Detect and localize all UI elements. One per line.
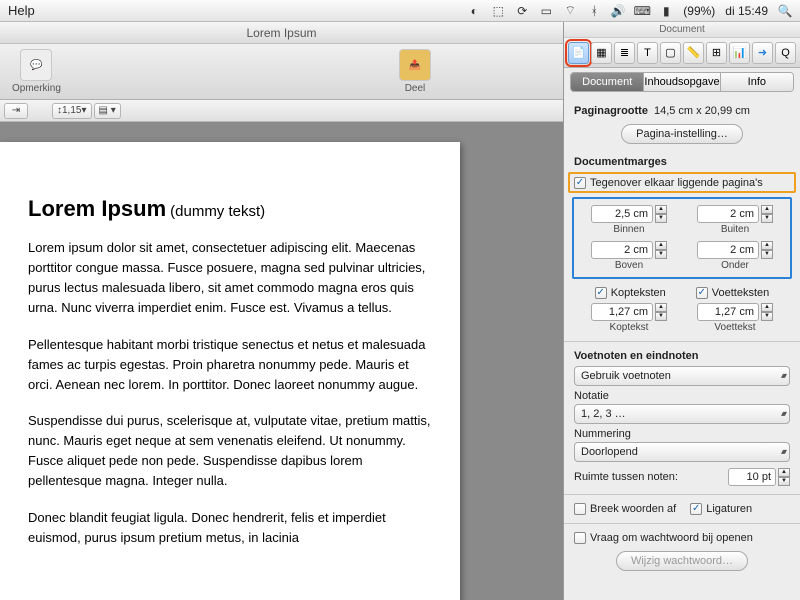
inspector-tab-layout-icon[interactable]: ▦: [591, 42, 612, 64]
margins-header: Documentmarges: [574, 156, 790, 168]
numbering-label: Nummering: [574, 428, 790, 440]
menubar: Help ◐ ⬚ ⟳ ▭ ⌔ ᚼ 🔊 ⌨ ▮ (99%) di 15:49 🔍: [0, 0, 800, 22]
footers-checkbox[interactable]: ✓Voetteksten: [696, 287, 770, 299]
bluetooth-icon[interactable]: ᚼ: [587, 4, 601, 18]
comment-icon: 💬: [20, 49, 52, 81]
facing-pages-label: Tegenover elkaar liggende pagina's: [590, 177, 763, 189]
stepper[interactable]: ▲▼: [761, 303, 773, 321]
seg-document[interactable]: Document: [571, 73, 644, 91]
menu-help[interactable]: Help: [0, 3, 35, 18]
numbering-select[interactable]: Doorlopend: [574, 442, 790, 462]
header-label: Koptekst: [610, 322, 649, 333]
margin-binnen-label: Binnen: [613, 224, 644, 235]
facing-pages-checkbox[interactable]: ✓ Tegenover elkaar liggende pagina's: [574, 177, 763, 189]
inspector-tab-link-icon[interactable]: ➜: [752, 42, 773, 64]
inspector-tab-text-icon[interactable]: T: [637, 42, 658, 64]
margins-box: 2,5 cm▲▼ Binnen 2 cm▲▼ Buiten 2 cm▲▼ Bov…: [572, 197, 792, 279]
notation-select[interactable]: 1, 2, 3 …: [574, 404, 790, 424]
stepper[interactable]: ▲▼: [778, 468, 790, 486]
paragraph: Suspendisse dui purus, scelerisque at, v…: [28, 411, 432, 492]
status-icon[interactable]: ◐: [467, 4, 481, 18]
facing-pages-row: ✓ Tegenover elkaar liggende pagina's: [568, 172, 796, 193]
columns-button[interactable]: ▤ ▾: [94, 103, 121, 119]
tb-label: Opmerking: [12, 83, 61, 94]
stepper[interactable]: ▲▼: [761, 205, 773, 223]
toolbar: 💬 Opmerking 📤 Deel: [0, 44, 563, 100]
password-checkbox[interactable]: Vraag om wachtwoord bij openen: [574, 532, 753, 544]
inspector-tab-wrap-icon[interactable]: ≣: [614, 42, 635, 64]
footnotes-select[interactable]: Gebruik voetnoten: [574, 366, 790, 386]
document-page: Lorem Ipsum (dummy tekst) Lorem ipsum do…: [0, 142, 460, 600]
footer-label: Voettekst: [714, 322, 755, 333]
margin-onder-field[interactable]: 2 cm: [697, 241, 759, 259]
document-canvas[interactable]: Lorem Ipsum (dummy tekst) Lorem ipsum do…: [0, 122, 563, 600]
headers-checkbox[interactable]: ✓Kopteksten: [595, 287, 666, 299]
margin-boven-field[interactable]: 2 cm: [591, 241, 653, 259]
battery-icon[interactable]: ▮: [659, 4, 673, 18]
margin-buiten-field[interactable]: 2 cm: [697, 205, 759, 223]
page-heading: Lorem Ipsum: [28, 196, 166, 221]
inspector-tab-graphic-icon[interactable]: ▢: [660, 42, 681, 64]
space-field[interactable]: 10 pt: [728, 468, 776, 486]
page-size-value: 14,5 cm x 20,99 cm: [654, 105, 750, 117]
timemachine-icon[interactable]: ⟳: [515, 4, 529, 18]
toolbar-item-opmerking[interactable]: 💬 Opmerking: [12, 49, 61, 94]
share-icon: 📤: [399, 49, 431, 81]
paragraph: Pellentesque habitant morbi tristique se…: [28, 335, 432, 395]
inspector-segment: Document Inhoudsopgave Info: [570, 72, 794, 92]
document-window: Lorem Ipsum 💬 Opmerking 📤 Deel ⇥ ↕ 1,15 …: [0, 22, 563, 122]
wifi-icon[interactable]: ⌔: [563, 4, 577, 18]
margin-boven-label: Boven: [615, 260, 643, 271]
dropbox-icon[interactable]: ⬚: [491, 4, 505, 18]
footnotes-header: Voetnoten en eindnoten: [574, 350, 790, 362]
ligatures-checkbox[interactable]: ✓Ligaturen: [690, 503, 752, 515]
margin-buiten-label: Buiten: [721, 224, 749, 235]
format-bar: ⇥ ↕ 1,15 ▾ ▤ ▾: [0, 100, 563, 122]
seg-toc[interactable]: Inhoudsopgave: [644, 73, 720, 91]
inspector-title: Document: [564, 22, 800, 38]
inspector-tab-document-icon[interactable]: 📄: [568, 42, 589, 64]
battery-pct: (99%): [683, 4, 715, 18]
keyboard-icon[interactable]: ⌨: [635, 4, 649, 18]
change-password-button[interactable]: Wijzig wachtwoord…: [616, 551, 748, 571]
inspector-body: Paginagrootte 14,5 cm x 20,99 cm Pagina-…: [564, 96, 800, 585]
stepper[interactable]: ▲▼: [655, 205, 667, 223]
window-title: Lorem Ipsum: [0, 22, 563, 44]
paragraph: Lorem ipsum dolor sit amet, consectetuer…: [28, 238, 432, 319]
inspector-tab-metrics-icon[interactable]: 📏: [683, 42, 704, 64]
space-label: Ruimte tussen noten:: [574, 471, 678, 483]
volume-icon[interactable]: 🔊: [611, 4, 625, 18]
stepper[interactable]: ▲▼: [655, 303, 667, 321]
inspector-panel: Document 📄 ▦ ≣ T ▢ 📏 ⊞ 📊 ➜ Q Document In…: [563, 22, 800, 600]
page-setup-button[interactable]: Pagina-instelling…: [621, 124, 743, 144]
inspector-tab-chart-icon[interactable]: 📊: [729, 42, 750, 64]
page-subtitle: (dummy tekst): [170, 203, 265, 220]
spotlight-icon[interactable]: 🔍: [778, 4, 792, 18]
header-field[interactable]: 1,27 cm: [591, 303, 653, 321]
clock[interactable]: di 15:49: [725, 4, 768, 18]
toolbar-item-deel[interactable]: 📤 Deel: [399, 49, 431, 94]
line-spacing-button[interactable]: ↕ 1,15 ▾: [52, 103, 92, 119]
margin-binnen-field[interactable]: 2,5 cm: [591, 205, 653, 223]
checkbox-checked-icon: ✓: [574, 177, 586, 189]
seg-info[interactable]: Info: [721, 73, 793, 91]
paragraph: Donec blandit feugiat ligula. Donec hend…: [28, 508, 432, 548]
display-icon[interactable]: ▭: [539, 4, 553, 18]
hyphenate-checkbox[interactable]: Breek woorden af: [574, 503, 676, 515]
line-spacing-value: 1,15: [62, 105, 81, 116]
inspector-tab-row: 📄 ▦ ≣ T ▢ 📏 ⊞ 📊 ➜ Q: [564, 38, 800, 68]
tb-label: Deel: [405, 83, 426, 94]
stepper[interactable]: ▲▼: [655, 241, 667, 259]
stepper[interactable]: ▲▼: [761, 241, 773, 259]
tab-stops-button[interactable]: ⇥: [4, 103, 28, 119]
page-size-label: Paginagrootte: [574, 105, 648, 117]
inspector-tab-quicktime-icon[interactable]: Q: [775, 42, 796, 64]
margin-onder-label: Onder: [721, 260, 749, 271]
inspector-tab-table-icon[interactable]: ⊞: [706, 42, 727, 64]
footer-field[interactable]: 1,27 cm: [697, 303, 759, 321]
notation-label: Notatie: [574, 390, 790, 402]
